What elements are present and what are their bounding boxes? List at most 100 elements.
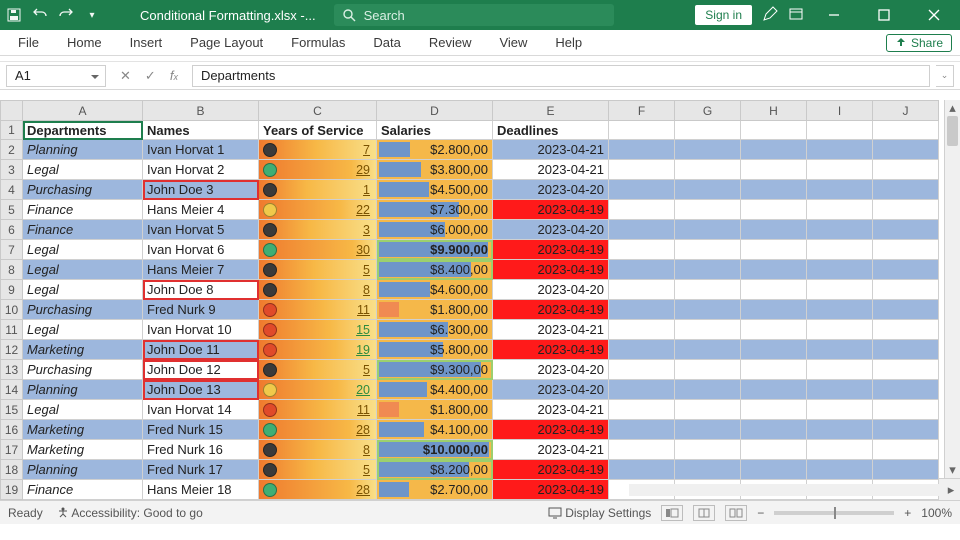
cell-E4[interactable]: 2023-04-20 [493,180,609,200]
cell-H15[interactable] [741,400,807,420]
cell-H2[interactable] [741,140,807,160]
cell-J15[interactable] [873,400,939,420]
cell-F5[interactable] [609,200,675,220]
cell-C5[interactable]: 22 [259,200,377,220]
cell-B12[interactable]: John Doe 11 [143,340,259,360]
cell-G7[interactable] [675,240,741,260]
zoom-level[interactable]: 100% [921,506,952,520]
cell-F1[interactable] [609,121,675,140]
cell-H3[interactable] [741,160,807,180]
cell-H12[interactable] [741,340,807,360]
cell-H13[interactable] [741,360,807,380]
cell-C3[interactable]: 29 [259,160,377,180]
cell-G9[interactable] [675,280,741,300]
cell-I10[interactable] [807,300,873,320]
cell-I6[interactable] [807,220,873,240]
hscroll-right-icon[interactable]: ▸ [942,482,960,498]
row-header-1[interactable]: 1 [1,121,23,140]
cell-D9[interactable]: $4.600,00 [377,280,493,300]
cell-A19[interactable]: Finance [23,480,143,500]
cell-B1[interactable]: Names [143,121,259,140]
cell-B16[interactable]: Fred Nurk 15 [143,420,259,440]
cell-C18[interactable]: 5 [259,460,377,480]
cell-F4[interactable] [609,180,675,200]
cell-D8[interactable]: $8.400,00 [377,260,493,280]
cell-D12[interactable]: $5.800,00 [377,340,493,360]
ribbon-tab-review[interactable]: Review [429,35,472,50]
cell-E9[interactable]: 2023-04-20 [493,280,609,300]
cell-J13[interactable] [873,360,939,380]
cell-F13[interactable] [609,360,675,380]
cell-B10[interactable]: Fred Nurk 9 [143,300,259,320]
cell-H7[interactable] [741,240,807,260]
cell-C11[interactable]: 15 [259,320,377,340]
cell-E17[interactable]: 2023-04-21 [493,440,609,460]
cell-H9[interactable] [741,280,807,300]
zoom-in-button[interactable]: + [904,506,911,520]
cell-J5[interactable] [873,200,939,220]
cell-A2[interactable]: Planning [23,140,143,160]
cell-J11[interactable] [873,320,939,340]
cell-G4[interactable] [675,180,741,200]
cell-I5[interactable] [807,200,873,220]
cell-G1[interactable] [675,121,741,140]
vertical-scrollbar[interactable]: ▴ ▾ [944,100,960,478]
cell-C15[interactable]: 11 [259,400,377,420]
cell-B2[interactable]: Ivan Horvat 1 [143,140,259,160]
cell-E13[interactable]: 2023-04-20 [493,360,609,380]
cell-E5[interactable]: 2023-04-19 [493,200,609,220]
share-button[interactable]: Share [886,34,952,52]
row-header-16[interactable]: 16 [1,420,23,440]
cell-G14[interactable] [675,380,741,400]
cell-A12[interactable]: Marketing [23,340,143,360]
ribbon-tab-insert[interactable]: Insert [130,35,163,50]
signin-button[interactable]: Sign in [695,5,752,25]
cell-G3[interactable] [675,160,741,180]
cell-C10[interactable]: 11 [259,300,377,320]
cell-E2[interactable]: 2023-04-21 [493,140,609,160]
cell-J10[interactable] [873,300,939,320]
cell-G13[interactable] [675,360,741,380]
cell-H1[interactable] [741,121,807,140]
cell-I13[interactable] [807,360,873,380]
cell-J2[interactable] [873,140,939,160]
col-header-F[interactable]: F [609,101,675,121]
maximize-button[interactable] [864,0,904,30]
cell-H14[interactable] [741,380,807,400]
cell-J14[interactable] [873,380,939,400]
view-page-layout-button[interactable] [693,505,715,521]
cell-C13[interactable]: 5 [259,360,377,380]
cell-I8[interactable] [807,260,873,280]
cell-D2[interactable]: $2.800,00 [377,140,493,160]
cell-A6[interactable]: Finance [23,220,143,240]
cell-J7[interactable] [873,240,939,260]
cell-C6[interactable]: 3 [259,220,377,240]
row-header-4[interactable]: 4 [1,180,23,200]
cell-E6[interactable]: 2023-04-20 [493,220,609,240]
cell-F7[interactable] [609,240,675,260]
cell-A10[interactable]: Purchasing [23,300,143,320]
undo-icon[interactable] [32,7,48,23]
cell-B9[interactable]: John Doe 8 [143,280,259,300]
cell-I7[interactable] [807,240,873,260]
cell-E12[interactable]: 2023-04-19 [493,340,609,360]
row-header-14[interactable]: 14 [1,380,23,400]
cell-F8[interactable] [609,260,675,280]
cell-A16[interactable]: Marketing [23,420,143,440]
row-header-8[interactable]: 8 [1,260,23,280]
cell-I12[interactable] [807,340,873,360]
cell-F3[interactable] [609,160,675,180]
cell-B19[interactable]: Hans Meier 18 [143,480,259,500]
cell-B8[interactable]: Hans Meier 7 [143,260,259,280]
cell-D3[interactable]: $3.800,00 [377,160,493,180]
cell-E15[interactable]: 2023-04-21 [493,400,609,420]
cell-G17[interactable] [675,440,741,460]
col-header-E[interactable]: E [493,101,609,121]
cell-G5[interactable] [675,200,741,220]
save-icon[interactable] [6,7,22,23]
cell-D18[interactable]: $8.200,00 [377,460,493,480]
cell-I11[interactable] [807,320,873,340]
row-header-15[interactable]: 15 [1,400,23,420]
cell-F18[interactable] [609,460,675,480]
cell-E8[interactable]: 2023-04-19 [493,260,609,280]
